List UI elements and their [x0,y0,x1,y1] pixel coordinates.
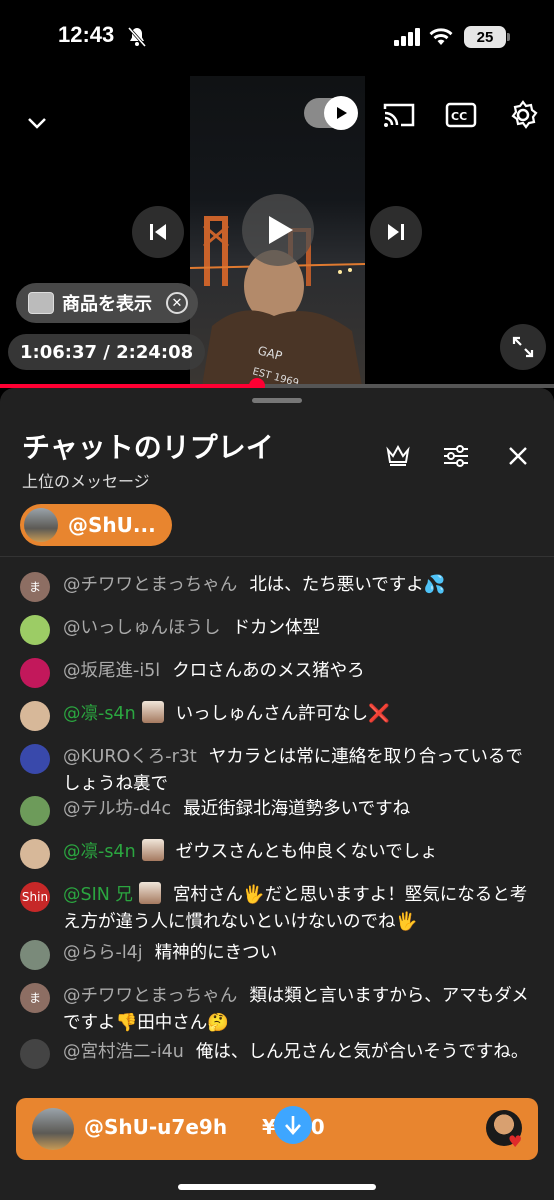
message-text: 精神的にきつい [154,943,278,963]
bell-muted-icon [126,26,148,52]
close-icon[interactable] [502,440,534,472]
product-thumbnail [28,292,54,314]
crown-icon[interactable] [382,440,414,472]
message-body: @チワワとまっちゃん 類は類と言いますから、アマもダメですよ👎田中さん🤔 [63,983,540,1037]
message-author[interactable]: @坂尾進-i5l [63,661,160,681]
drag-handle[interactable] [252,398,302,403]
svg-text:CC: CC [451,110,467,123]
chat-message[interactable]: @らら-l4j 精神的にきつい [20,940,540,970]
chat-message[interactable]: @いっしゅんほうし ドカン体型 [20,615,540,645]
message-body: @凛-s4n いっしゅんさん許可なし❌ [63,701,540,728]
signal-icon [394,28,422,50]
home-indicator [178,1184,376,1190]
chat-message[interactable]: @KUROくろ-r3t ヤカラとは常に連絡を取り合っているでしょうね裏で [20,744,540,798]
battery-tip [507,33,510,41]
show-products-label: 商品を表示 [62,294,152,315]
battery-indicator: 25 [464,26,506,48]
autoplay-toggle[interactable] [304,96,358,130]
next-icon[interactable] [370,206,422,258]
message-text: いっしゅんさん許可なし❌ [175,704,390,724]
message-author[interactable]: @凛-s4n [63,704,136,724]
heart-icon: ♥ [508,1132,523,1151]
avatar[interactable] [20,658,50,688]
message-author[interactable]: @チワワとまっちゃん [63,986,237,1006]
message-text: 北は、たち悪いですよ💦 [249,575,446,595]
avatar [32,1108,74,1150]
chat-message[interactable]: @宮村浩二-i4u 俺は、しん兄さんと気が合いそうですね。 [20,1039,540,1069]
chat-message[interactable]: @凛-s4n いっしゅんさん許可なし❌ [20,701,540,731]
superchat-author: @ShU-u7e9h [84,1115,228,1139]
avatar [24,508,58,542]
status-bar: 12:43 25 [0,0,554,76]
message-body: @らら-l4j 精神的にきつい [63,940,540,967]
chat-title: チャットのリプレイ [22,431,274,464]
message-body: @坂尾進-i5l クロさんあのメス猪やろ [63,658,540,685]
avatar[interactable]: ま [20,572,50,602]
message-author[interactable]: @宮村浩二-i4u [63,1042,184,1062]
message-body: @凛-s4n ゼウスさんとも仲良くないでしょ [63,839,540,866]
chat-message[interactable]: ま @チワワとまっちゃん 類は類と言いますから、アマもダメですよ👎田中さん🤔 [20,983,540,1037]
message-text: クロさんあのメス猪やろ [172,661,365,681]
fullscreen-icon[interactable] [500,324,546,370]
settings-gear-icon[interactable] [504,96,542,134]
status-time: 12:43 [58,22,115,47]
chat-message[interactable]: @テル坊-d4c 最近街録北海道勢多いですね [20,796,540,826]
chat-message[interactable]: @凛-s4n ゼウスさんとも仲良くないでしょ [20,839,540,869]
message-body: @KUROくろ-r3t ヤカラとは常に連絡を取り合っているでしょうね裏で [63,744,540,798]
message-author[interactable]: @らら-l4j [63,943,143,963]
message-author[interactable]: @いっしゅんほうし [63,618,221,638]
previous-icon[interactable] [132,206,184,258]
pinned-superchat-chip[interactable]: @ShU... [20,504,172,546]
message-text: ゼウスさんとも仲良くないでしょ [175,842,438,862]
message-body: @いっしゅんほうし ドカン体型 [63,615,540,642]
avatar[interactable] [20,839,50,869]
member-badge-icon [141,839,164,861]
scroll-down-arrow-icon[interactable] [274,1106,312,1144]
autoplay-play-icon [324,96,358,130]
member-badge-icon [141,701,164,723]
collapse-chevron-icon[interactable] [20,106,54,140]
chat-message[interactable]: ま @チワワとまっちゃん 北は、たち悪いですよ💦 [20,572,540,602]
message-text: ドカン体型 [232,618,321,638]
streamer-figure: GAP EST 1969 [202,250,362,386]
chat-message[interactable]: Shin @SIN 兄宮村さん🖐️だと思いますよ！堅気になると考え方が違う人に慣れ… [20,882,540,936]
message-body: @SIN 兄宮村さん🖐️だと思いますよ！堅気になると考え方が違う人に慣れないとい… [63,882,540,936]
wifi-icon [428,27,454,51]
avatar[interactable]: Shin [20,882,50,912]
video-player[interactable]: GAP EST 1969 CC 商品を表示 ✕ 1:06:37 / 2:24:0… [0,76,554,386]
close-products-icon[interactable]: ✕ [166,292,188,314]
avatar[interactable] [20,1039,50,1069]
message-body: @宮村浩二-i4u 俺は、しん兄さんと気が合いそうですね。 [63,1039,540,1066]
cast-icon[interactable] [380,98,418,132]
chat-mode-selector[interactable]: 上位のメッセージ [22,468,150,492]
avatar[interactable] [20,744,50,774]
member-badge-icon [138,882,161,904]
message-text: 俺は、しん兄さんと気が合いそうですね。 [195,1042,529,1062]
message-author[interactable]: @SIN 兄 [63,885,133,905]
timecode: 1:06:37 / 2:24:08 [8,334,206,370]
show-products-chip[interactable]: 商品を表示 ✕ [16,283,198,323]
divider [0,556,554,557]
avatar[interactable] [20,940,50,970]
avatar[interactable] [20,701,50,731]
message-author[interactable]: @凛-s4n [63,842,136,862]
message-author[interactable]: @チワワとまっちゃん [63,575,237,595]
pinned-author: @ShU... [68,513,156,537]
avatar[interactable]: ま [20,983,50,1013]
avatar[interactable] [20,796,50,826]
filter-sliders-icon[interactable] [440,440,472,472]
superchat-ticker[interactable]: @ShU-u7e9h ¥ 000 ♥ [16,1098,538,1160]
play-icon[interactable] [242,194,314,266]
message-body: @テル坊-d4c 最近街録北海道勢多いですね [63,796,540,823]
message-author[interactable]: @テル坊-d4c [63,799,171,819]
message-body: @チワワとまっちゃん 北は、たち悪いですよ💦 [63,572,540,599]
chat-message[interactable]: @坂尾進-i5l クロさんあのメス猪やろ [20,658,540,688]
message-author[interactable]: @KUROくろ-r3t [63,747,197,767]
captions-icon[interactable]: CC [442,98,480,132]
avatar[interactable] [20,615,50,645]
message-text: 最近街録北海道勢多いですね [183,799,411,819]
